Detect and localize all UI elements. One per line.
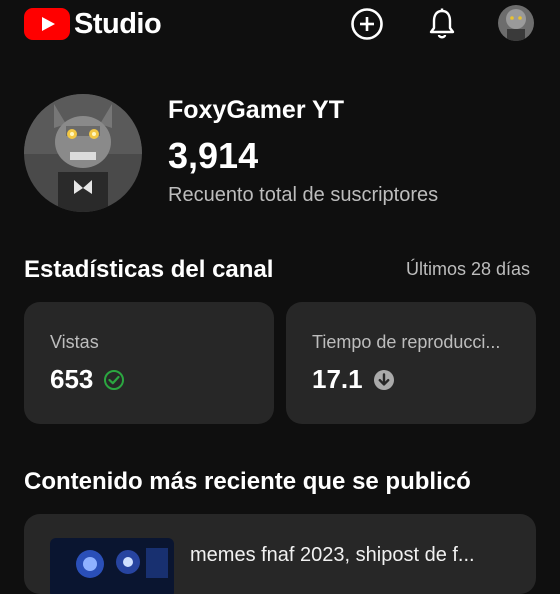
recent-video-title: memes fnaf 2023, shipost de f... bbox=[190, 544, 475, 566]
avatar-image bbox=[498, 5, 534, 41]
views-label: Vistas bbox=[50, 332, 99, 352]
views-card[interactable]: Vistas 653 bbox=[24, 302, 274, 424]
create-button[interactable] bbox=[349, 6, 385, 42]
channel-avatar[interactable] bbox=[24, 94, 142, 212]
subscriber-count: 3,914 bbox=[168, 135, 259, 176]
video-thumbnail[interactable] bbox=[50, 538, 174, 594]
watch-time-label: Tiempo de reproducci... bbox=[312, 332, 501, 352]
add-circle-icon bbox=[351, 8, 383, 40]
notifications-button[interactable] bbox=[424, 6, 460, 42]
stats-period: Últimos 28 días bbox=[406, 259, 531, 279]
watch-time-card[interactable]: Tiempo de reproducci... 17.1 bbox=[286, 302, 536, 424]
subscriber-label: Recuento total de suscriptores bbox=[168, 184, 439, 206]
check-circle-icon bbox=[104, 369, 125, 390]
arrow-down-circle-icon bbox=[373, 369, 394, 390]
recent-video-card[interactable]: memes fnaf 2023, shipost de f... bbox=[24, 514, 536, 594]
views-value-row: 653 bbox=[50, 364, 125, 395]
views-value: 653 bbox=[50, 364, 94, 394]
thumbnail-image bbox=[50, 538, 174, 594]
youtube-play-icon bbox=[24, 8, 70, 40]
bell-icon bbox=[429, 8, 455, 39]
channel-name: FoxyGamer YT bbox=[168, 96, 345, 124]
watch-time-value: 17.1 bbox=[312, 364, 363, 394]
recent-title: Contenido más reciente que se publicó bbox=[24, 468, 471, 495]
logo-text: Studio bbox=[74, 8, 162, 40]
channel-avatar-image bbox=[24, 94, 142, 212]
studio-logo[interactable]: Studio bbox=[24, 8, 162, 40]
account-avatar[interactable] bbox=[498, 5, 534, 41]
watch-time-value-row: 17.1 bbox=[312, 364, 395, 395]
top-bar: Studio bbox=[0, 0, 560, 48]
stats-title: Estadísticas del canal bbox=[24, 256, 274, 283]
